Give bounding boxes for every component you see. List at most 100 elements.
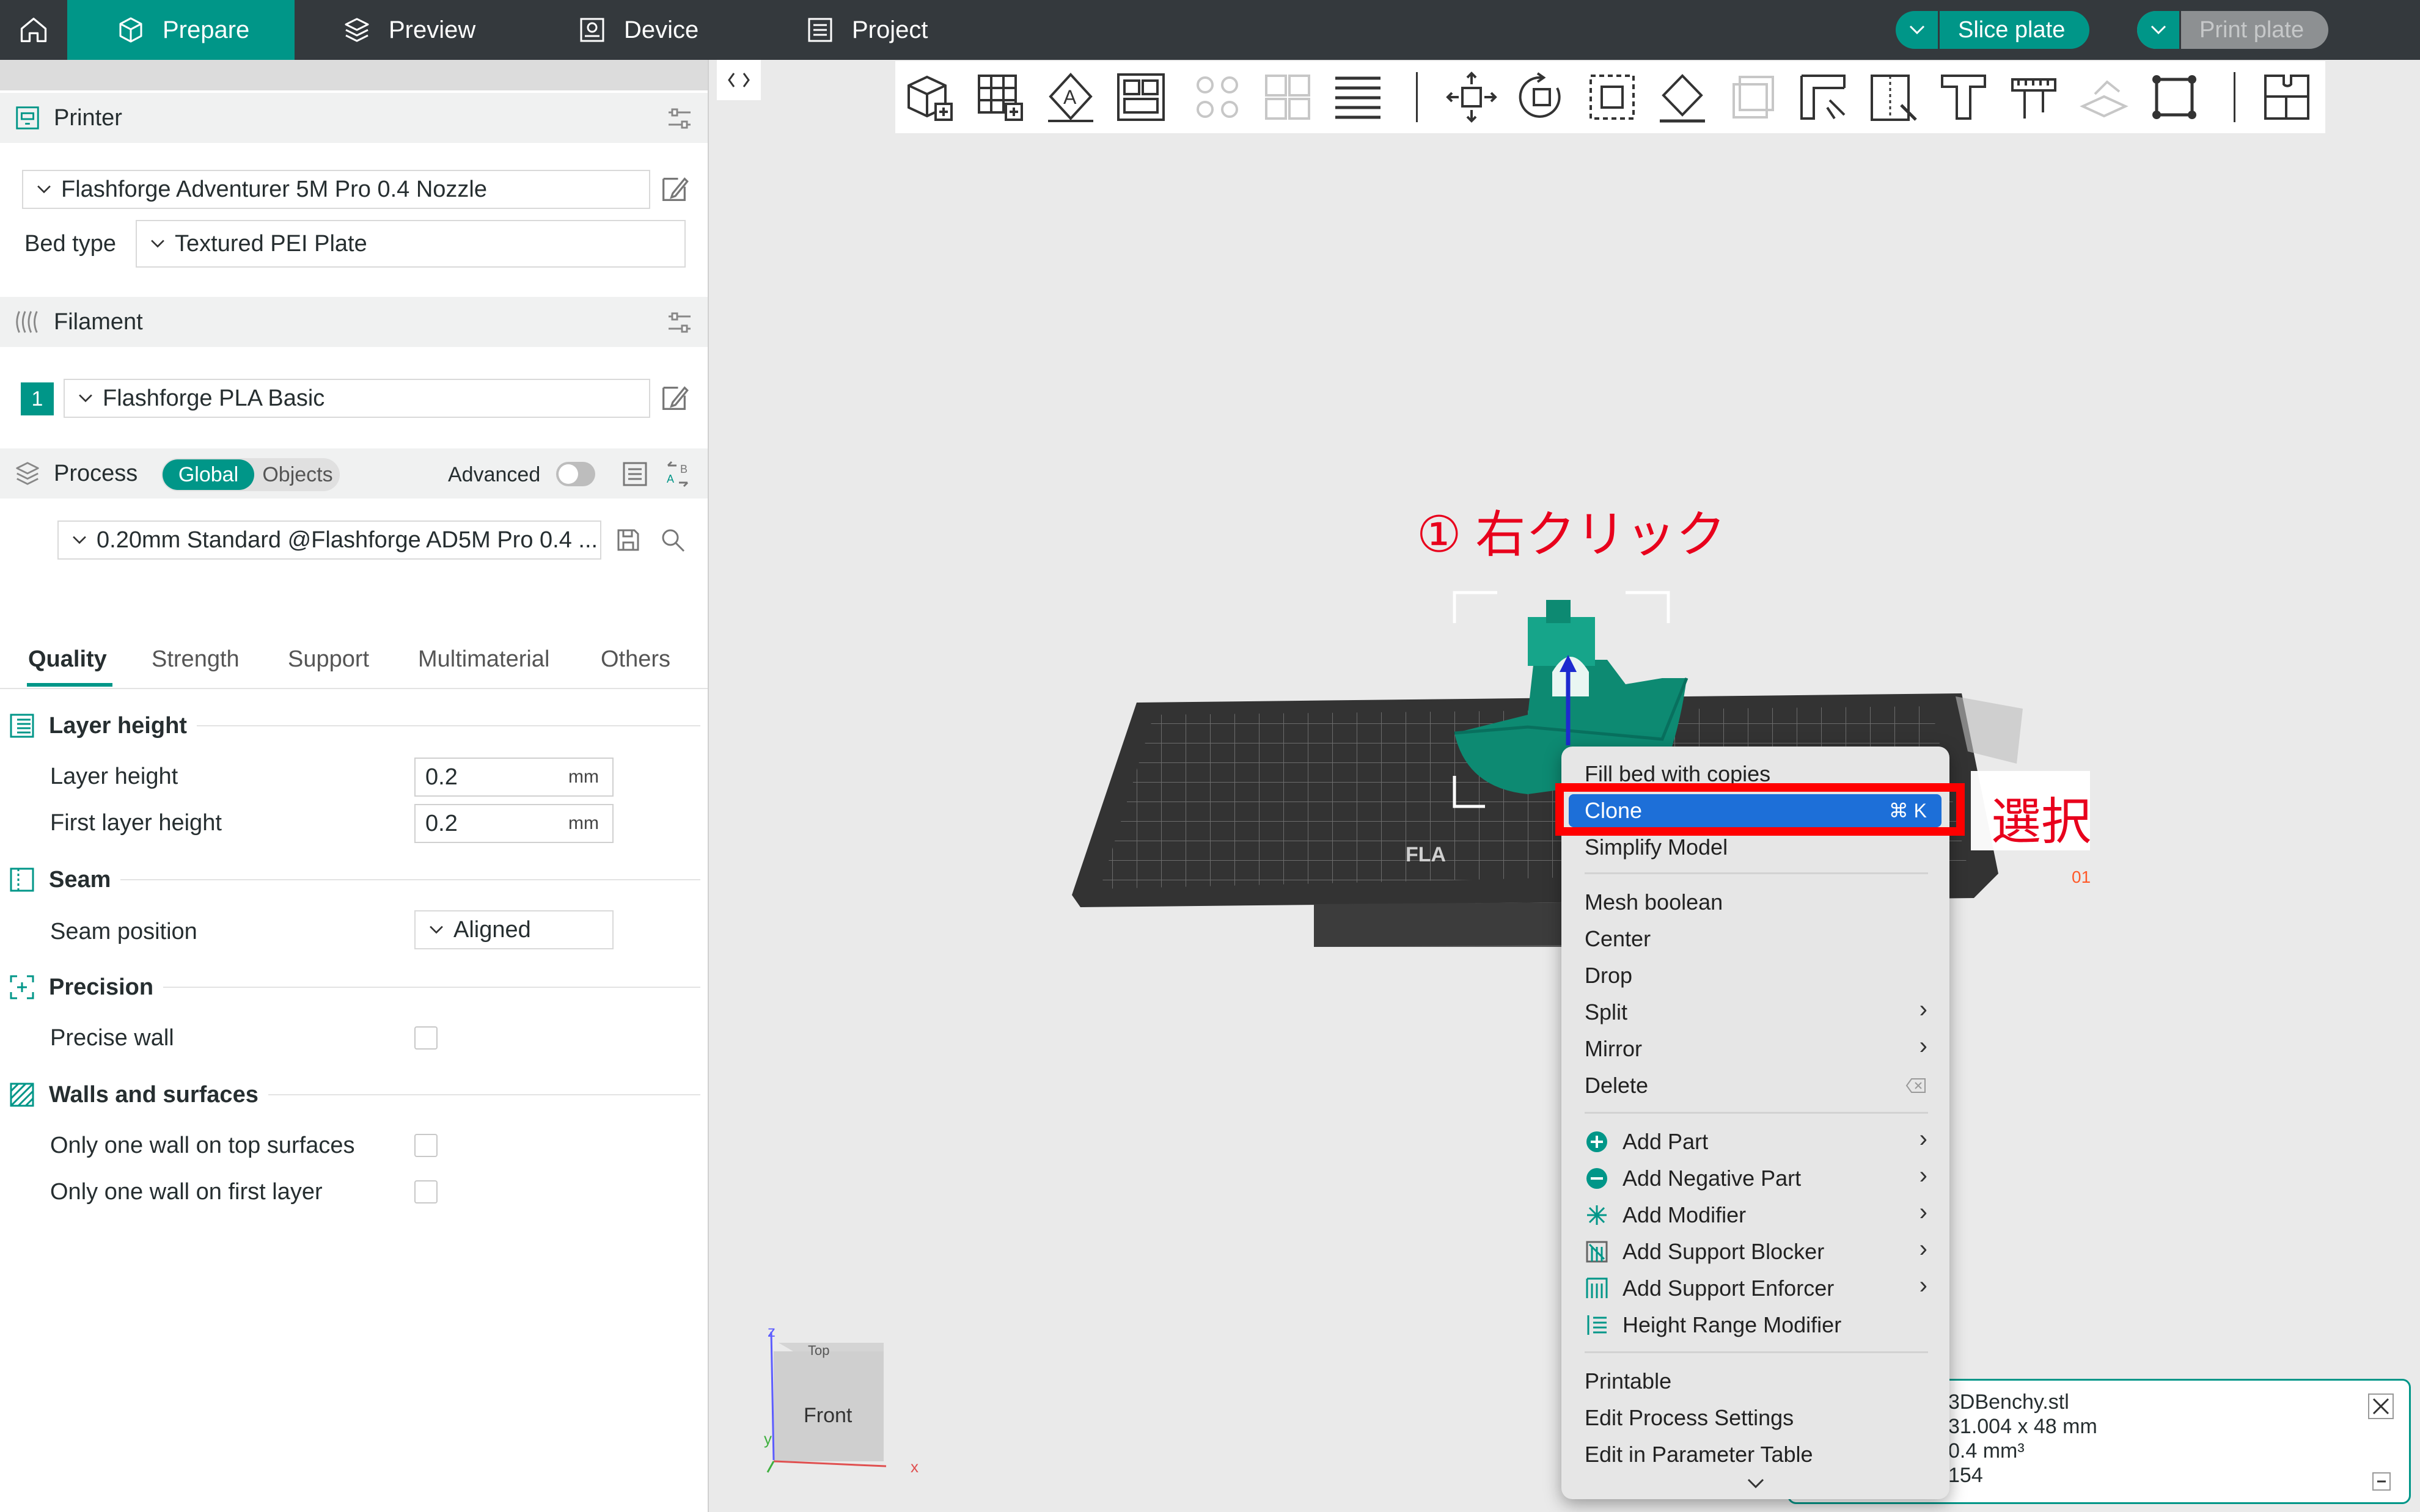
print-plate-button[interactable]: Print plate: [2137, 11, 2329, 49]
menu-item-add-modifier[interactable]: Add Modifier: [1585, 1197, 1746, 1233]
process-tabs: Quality Strength Support Multimaterial O…: [0, 628, 708, 689]
move-icon[interactable]: [1444, 70, 1499, 125]
menu-item-add-support-blocker[interactable]: Add Support Blocker: [1585, 1234, 1824, 1269]
collapse-sidebar-button[interactable]: [717, 60, 761, 100]
axis-y-label: y: [764, 1430, 772, 1448]
layer-height-input[interactable]: 0.2 mm: [414, 758, 614, 797]
cube-icon: [119, 17, 142, 43]
tab-support[interactable]: Support: [288, 646, 369, 673]
advanced-label: Advanced: [448, 463, 541, 486]
printer-preset-select[interactable]: Flashforge Adventurer 5M Pro 0.4 Nozzle: [22, 170, 650, 209]
filament-preset-select[interactable]: Flashforge PLA Basic: [64, 379, 650, 418]
walls-icon: [10, 1083, 34, 1107]
layer-height-group: Layer height: [0, 704, 708, 747]
menu-item-center[interactable]: Center: [1585, 921, 1651, 957]
rotate-icon[interactable]: [1514, 70, 1569, 125]
layers-icon: [345, 18, 369, 42]
tab-project-label: Project: [852, 16, 928, 43]
brim-icon[interactable]: [2147, 70, 2202, 125]
one-wall-first-checkbox[interactable]: [414, 1180, 438, 1203]
tab-project[interactable]: Project: [805, 0, 928, 60]
add-cube-icon[interactable]: [903, 70, 958, 125]
chevron-down-icon: [79, 394, 92, 403]
tab-preview[interactable]: Preview: [342, 0, 475, 60]
tune-icon[interactable]: [665, 308, 694, 337]
tab-preview-label: Preview: [389, 16, 476, 43]
first-layer-height-input[interactable]: 0.2 mm: [414, 804, 614, 843]
scroll-down-icon[interactable]: [1746, 1477, 1766, 1491]
process-preset-select[interactable]: 0.20mm Standard @Flashforge AD5M Pro 0.4…: [57, 520, 601, 560]
menu-item-split[interactable]: Split: [1585, 995, 1627, 1030]
advanced-switch[interactable]: [556, 462, 595, 486]
menu-item-label: Center: [1585, 926, 1651, 951]
printer-section-header: Printer: [0, 93, 708, 143]
seam-paint-icon[interactable]: [1866, 70, 1921, 125]
tab-others[interactable]: Others: [601, 646, 670, 673]
menu-item-label: Delete: [1585, 1073, 1649, 1098]
collapse-icon[interactable]: [2372, 1472, 2391, 1491]
layer-height-icon: [10, 714, 34, 738]
menu-item-mirror[interactable]: Mirror: [1585, 1031, 1642, 1067]
close-icon[interactable]: [2367, 1393, 2394, 1420]
menu-item-edit-process-settings[interactable]: Edit Process Settings: [1585, 1400, 1794, 1436]
tab-quality[interactable]: Quality: [28, 646, 107, 673]
menu-item-height-range-modifier[interactable]: Height Range Modifier: [1585, 1307, 1841, 1343]
view-cube[interactable]: [758, 1326, 929, 1478]
menu-item-label: Add Modifier: [1623, 1202, 1747, 1227]
edit-icon[interactable]: [658, 173, 690, 205]
slice-plate-button[interactable]: Slice plate: [1896, 11, 2090, 49]
support-paint-icon[interactable]: [1795, 70, 1850, 125]
view-cube-top-label: Top: [808, 1343, 830, 1358]
tune-icon[interactable]: [665, 104, 694, 133]
edit-icon[interactable]: [658, 382, 690, 414]
split-parts-icon[interactable]: [1260, 70, 1315, 125]
split-objects-icon[interactable]: [1190, 70, 1245, 125]
object-volume: 0.4 mm³: [1948, 1439, 2025, 1463]
filament-icon: [16, 311, 38, 333]
menu-item-printable[interactable]: Printable: [1585, 1364, 1671, 1399]
text-icon[interactable]: [1936, 70, 1991, 125]
menu-item-mesh-boolean[interactable]: Mesh boolean: [1585, 885, 1723, 920]
unit-label: mm: [568, 767, 599, 787]
home-button[interactable]: [0, 0, 67, 60]
tab-prepare-label: Prepare: [163, 16, 250, 43]
search-icon[interactable]: [658, 525, 688, 555]
tab-device[interactable]: Device: [578, 0, 698, 60]
global-toggle[interactable]: Global: [163, 459, 254, 490]
menu-item-drop[interactable]: Drop: [1585, 958, 1632, 993]
global-objects-toggle[interactable]: Global Objects: [161, 458, 340, 491]
slice-dropdown[interactable]: [1896, 11, 1940, 49]
compare-icon[interactable]: AB: [663, 459, 692, 489]
lay-on-face-icon[interactable]: [1655, 70, 1710, 125]
filament-slot-badge[interactable]: 1: [21, 382, 54, 415]
plate-settings-icon[interactable]: [2259, 70, 2314, 125]
bed-type-select[interactable]: Textured PEI Plate: [136, 220, 686, 268]
submenu-chevron-icon: ›: [1919, 996, 1927, 1023]
measure-icon[interactable]: [2006, 70, 2061, 125]
precise-wall-checkbox[interactable]: [414, 1026, 438, 1050]
assembly-icon[interactable]: [2077, 70, 2132, 125]
tab-strength[interactable]: Strength: [152, 646, 240, 673]
arrange-icon[interactable]: [1113, 70, 1168, 125]
submenu-chevron-icon: ›: [1919, 1032, 1927, 1059]
menu-item-delete[interactable]: Delete: [1585, 1068, 1648, 1103]
print-dropdown[interactable]: [2137, 11, 2181, 49]
save-icon[interactable]: [614, 525, 643, 555]
menu-item-add-support-enforcer[interactable]: Add Support Enforcer: [1585, 1271, 1834, 1306]
seam-position-select[interactable]: Aligned: [414, 910, 614, 949]
objects-toggle[interactable]: Objects: [258, 459, 337, 490]
tab-multimaterial[interactable]: Multimaterial: [418, 646, 549, 673]
svg-text:01: 01: [2072, 867, 2091, 886]
cut-icon[interactable]: [1725, 70, 1780, 125]
menu-item-edit-parameter-table[interactable]: Edit in Parameter Table: [1585, 1437, 1813, 1472]
tab-prepare[interactable]: Prepare: [67, 0, 295, 60]
auto-orient-icon[interactable]: A: [1043, 70, 1098, 125]
add-plate-icon[interactable]: [973, 70, 1028, 125]
scale-icon[interactable]: [1585, 70, 1640, 125]
menu-item-add-part[interactable]: Add Part: [1585, 1124, 1708, 1160]
layers-edit-icon[interactable]: [1330, 70, 1385, 125]
one-wall-top-checkbox[interactable]: [414, 1134, 438, 1157]
menu-item-add-negative-part[interactable]: Add Negative Part: [1585, 1161, 1801, 1196]
device-icon: [580, 18, 604, 42]
list-view-icon[interactable]: [620, 459, 650, 489]
